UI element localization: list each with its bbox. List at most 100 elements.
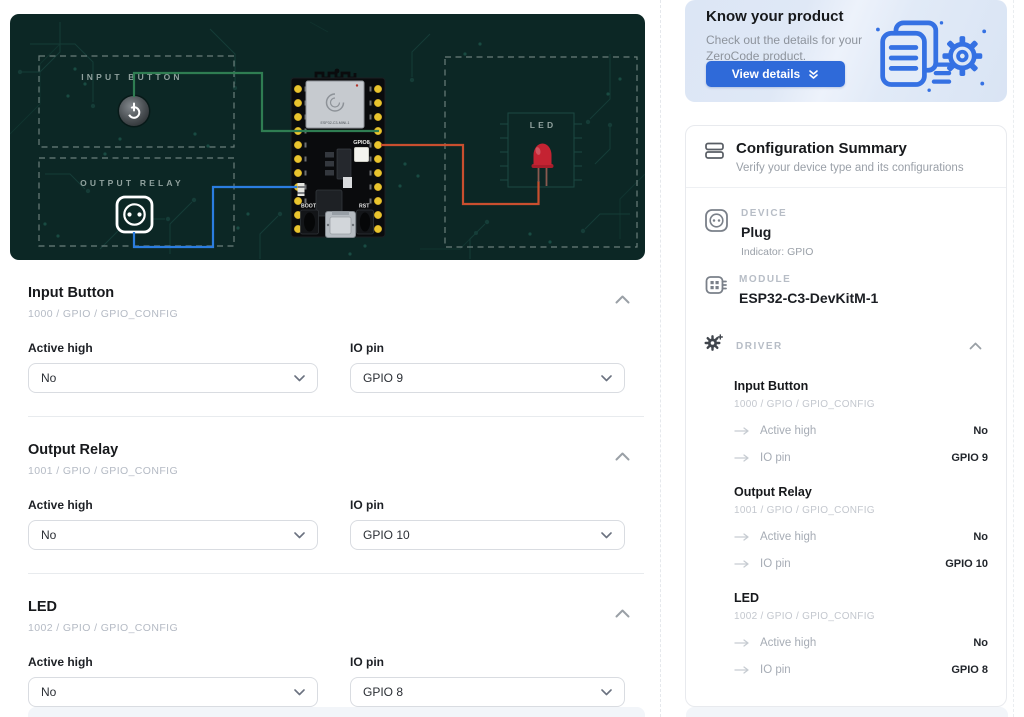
arrow-right-icon xyxy=(734,666,749,674)
chevron-down-icon xyxy=(294,374,305,381)
driver-config-sections: Input Button 1000 / GPIO / GPIO_CONFIG A… xyxy=(0,260,660,717)
next-panel-peek-left xyxy=(28,707,645,717)
summary-subtitle: Verify your device type and its configur… xyxy=(736,162,964,174)
select-value: No xyxy=(41,371,57,385)
driver-item-led: LED 1002 / GPIO / GPIO_CONFIG Active hig… xyxy=(734,591,988,676)
usb-connector xyxy=(325,211,356,238)
gpio8-label: GPIO8 xyxy=(353,140,369,146)
driver-section-label: DRIVER xyxy=(736,340,783,352)
select-value: GPIO 8 xyxy=(363,685,404,699)
summary-title: Configuration Summary xyxy=(736,140,907,157)
gear-sparkle-icon xyxy=(704,334,723,358)
prop-label: IO pin xyxy=(760,452,791,464)
arrow-right-icon xyxy=(734,533,749,541)
prop-value: No xyxy=(973,531,988,543)
driver-accordion-header[interactable]: DRIVER xyxy=(704,334,988,358)
know-card-description: Check out the details for your ZeroCode … xyxy=(706,33,863,64)
stack-icon xyxy=(704,140,725,174)
view-details-button[interactable]: View details xyxy=(706,61,845,87)
chevron-up-icon[interactable] xyxy=(969,337,982,355)
input-button-io-pin-select[interactable]: GPIO 9 xyxy=(350,363,625,393)
select-value: No xyxy=(41,528,57,542)
sidebar-right-guide xyxy=(1013,0,1014,717)
chevron-down-icon xyxy=(294,688,305,695)
device-section-label: DEVICE xyxy=(741,208,788,219)
driver-prop-row: Active high No xyxy=(734,425,988,437)
driver-item-output-relay: Output Relay 1001 / GPIO / GPIO_CONFIG A… xyxy=(734,485,988,570)
section-input-button: Input Button 1000 / GPIO / GPIO_CONFIG A… xyxy=(0,260,660,416)
antenna-trace xyxy=(314,71,357,80)
outlet-icon xyxy=(115,195,154,234)
power-button-icon xyxy=(117,94,151,128)
driver-prop-row: Active high No xyxy=(734,637,988,649)
section-subtitle: 1000 / GPIO / GPIO_CONFIG xyxy=(28,308,179,320)
driver-item-title: Output Relay xyxy=(734,485,812,499)
output-relay-io-pin-select[interactable]: GPIO 10 xyxy=(350,520,625,550)
section-led: LED 1002 / GPIO / GPIO_CONFIG Active hig… xyxy=(0,574,660,717)
arrow-right-icon xyxy=(734,639,749,647)
section-output-relay: Output Relay 1001 / GPIO / GPIO_CONFIG A… xyxy=(0,417,660,573)
esp32-module: ESP32-C3-MINI-1 xyxy=(305,80,365,129)
prop-label: Active high xyxy=(760,425,817,437)
plug-icon xyxy=(704,208,730,258)
driver-prop-row: IO pin GPIO 8 xyxy=(734,664,988,676)
select-value: GPIO 9 xyxy=(363,371,404,385)
wiring-diagram: INPUT BUTTON OUTPUT RELAY LED ESP32-C3-M… xyxy=(10,14,645,260)
chevron-up-icon[interactable] xyxy=(615,605,630,623)
section-subtitle: 1001 / GPIO / GPIO_CONFIG xyxy=(28,465,179,477)
boot-button xyxy=(300,209,319,235)
module-label: ESP32-C3-MINI-1 xyxy=(321,121,350,125)
field-label: Active high xyxy=(28,655,93,669)
prop-label: Active high xyxy=(760,637,817,649)
select-value: GPIO 10 xyxy=(363,528,410,542)
arrow-right-icon xyxy=(734,560,749,568)
view-details-label: View details xyxy=(731,67,801,81)
driver-item-subtitle: 1002 / GPIO / GPIO_CONFIG xyxy=(734,611,875,622)
section-subtitle: 1002 / GPIO / GPIO_CONFIG xyxy=(28,622,179,634)
input-button-active-high-select[interactable]: No xyxy=(28,363,318,393)
configuration-summary-panel: Configuration Summary Verify your device… xyxy=(685,125,1007,707)
module-section-label: MODULE xyxy=(739,274,792,285)
led-zone-label: LED xyxy=(530,120,557,130)
docs-gear-illustration xyxy=(873,20,991,99)
led-active-high-select[interactable]: No xyxy=(28,677,318,707)
field-label: IO pin xyxy=(350,498,384,512)
chevron-down-icon xyxy=(601,531,612,538)
driver-prop-row: IO pin GPIO 10 xyxy=(734,558,988,570)
arrow-right-icon xyxy=(734,454,749,462)
prop-value: GPIO 9 xyxy=(951,452,988,464)
module-name: ESP32-C3-DevKitM-1 xyxy=(739,290,879,306)
driver-item-subtitle: 1001 / GPIO / GPIO_CONFIG xyxy=(734,505,875,516)
gpio8-led xyxy=(354,147,369,162)
prop-value: GPIO 8 xyxy=(951,664,988,676)
rst-button xyxy=(356,209,374,235)
chevron-up-icon[interactable] xyxy=(615,291,630,309)
boot-button-label: BOOT xyxy=(301,204,317,210)
driver-item-subtitle: 1000 / GPIO / GPIO_CONFIG xyxy=(734,399,875,410)
chevron-down-icon xyxy=(601,374,612,381)
output-relay-zone-label: OUTPUT RELAY xyxy=(80,178,184,188)
chevron-down-icon xyxy=(601,688,612,695)
driver-item-title: Input Button xyxy=(734,379,809,393)
prop-value: No xyxy=(973,637,988,649)
double-chevron-down-icon xyxy=(809,69,819,79)
chip-icon xyxy=(704,274,728,306)
arrow-right-icon xyxy=(734,427,749,435)
chevron-up-icon[interactable] xyxy=(615,448,630,466)
know-your-product-card: Know your product Check out the details … xyxy=(685,0,1007,102)
led-io-pin-select[interactable]: GPIO 8 xyxy=(350,677,625,707)
section-title: LED xyxy=(28,599,57,615)
driver-prop-row: IO pin GPIO 9 xyxy=(734,452,988,464)
prop-value: No xyxy=(973,425,988,437)
prop-label: IO pin xyxy=(760,558,791,570)
output-relay-active-high-select[interactable]: No xyxy=(28,520,318,550)
field-label: IO pin xyxy=(350,655,384,669)
device-name: Plug xyxy=(741,224,772,240)
device-row: DEVICE Plug Indicator: GPIO xyxy=(704,208,988,258)
section-title: Input Button xyxy=(28,285,115,301)
field-label: Active high xyxy=(28,498,93,512)
main-column: INPUT BUTTON OUTPUT RELAY LED ESP32-C3-M… xyxy=(0,0,661,717)
module-row: MODULE ESP32-C3-DevKitM-1 xyxy=(704,274,988,306)
device-indicator: Indicator: GPIO xyxy=(741,246,814,258)
field-label: IO pin xyxy=(350,341,384,355)
